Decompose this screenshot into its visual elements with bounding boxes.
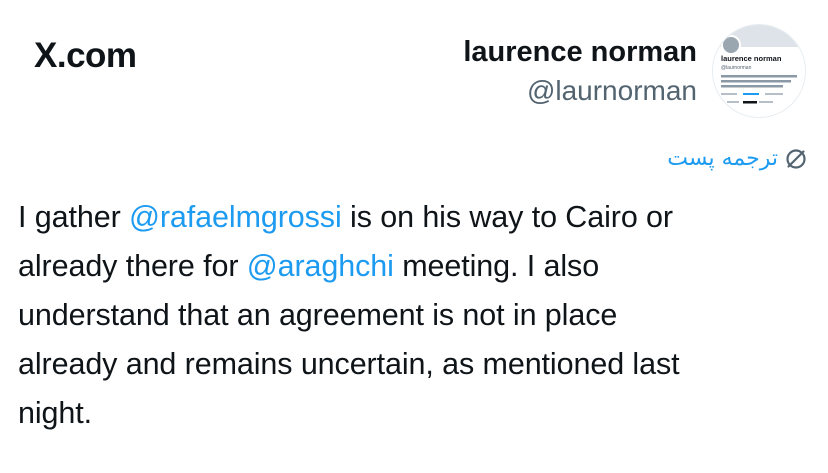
tweet-line: already and remains uncertain, as mentio… — [18, 340, 818, 389]
tweet-text-segment: already there for — [18, 249, 247, 283]
profile-card-thumbnail: laurence norman @laurnorman — [713, 25, 805, 117]
tweet-text: I gather @rafaelmgrossi is on his way to… — [18, 193, 818, 438]
mention-link[interactable]: @araghchi — [247, 249, 394, 283]
avatar-card-name: laurence norman — [721, 54, 782, 63]
globe-translate-icon — [784, 147, 808, 171]
tweet-line: night. — [18, 389, 818, 438]
tweet-text-segment: meeting. I also — [393, 249, 600, 283]
author-name[interactable]: laurence norman — [463, 34, 697, 70]
site-logo: X.com — [34, 36, 137, 75]
tweet-text-segment: already and remains uncertain, as mentio… — [18, 347, 680, 381]
translate-post-link[interactable]: ترجمه پست — [667, 146, 808, 171]
translate-post-label[interactable]: ترجمه پست — [667, 146, 778, 171]
author-handle[interactable]: @laurnorman — [463, 70, 697, 112]
mention-link[interactable]: @rafaelmgrossi — [129, 200, 342, 234]
tweet-text-segment: night. — [18, 396, 93, 430]
tweet-text-segment: is on his way to Cairo or — [341, 200, 673, 234]
tweet-line: already there for @araghchi meeting. I a… — [18, 242, 818, 291]
tweet-line: understand that an agreement is not in p… — [18, 291, 818, 340]
author-info[interactable]: laurence norman @laurnorman — [463, 34, 697, 112]
tweet-text-segment: I gather — [18, 200, 130, 234]
tweet-text-segment: understand that an agreement is not in p… — [18, 298, 618, 332]
tweet-line: I gather @rafaelmgrossi is on his way to… — [18, 193, 818, 242]
avatar-card-handle: @laurnorman — [721, 65, 752, 71]
avatar[interactable]: laurence norman @laurnorman — [713, 25, 805, 117]
